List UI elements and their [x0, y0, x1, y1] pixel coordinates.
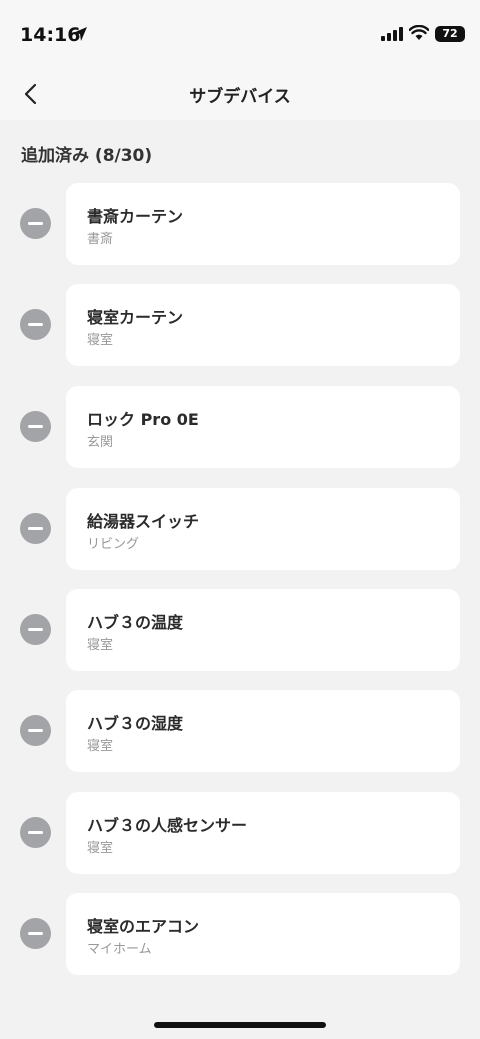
remove-button[interactable] — [20, 918, 51, 949]
page-title: サブデバイス — [189, 87, 291, 107]
remove-button[interactable] — [20, 208, 51, 239]
cellular-signal-icon — [381, 27, 403, 41]
location-arrow-icon — [73, 27, 87, 41]
device-card[interactable]: ハブ３の人感センサー 寝室 — [66, 792, 460, 874]
remove-button[interactable] — [20, 817, 51, 848]
device-room: マイホーム — [87, 942, 152, 957]
status-bar: 14:16 72 — [0, 0, 480, 68]
home-indicator[interactable] — [154, 1022, 326, 1028]
device-row: 寝室のエアコン マイホーム — [0, 893, 480, 975]
device-room: 寝室 — [87, 638, 114, 653]
device-room: 玄関 — [87, 435, 114, 450]
device-name: 寝室のエアコン — [87, 917, 200, 936]
device-room: 書斎 — [87, 232, 114, 247]
device-room: 寝室 — [87, 841, 114, 856]
section-header: 追加済み (8/30) — [21, 146, 153, 166]
device-card[interactable]: ロック Pro 0E 玄関 — [66, 386, 460, 468]
device-row: ハブ３の温度 寝室 — [0, 589, 480, 671]
device-room: 寝室 — [87, 333, 114, 348]
device-row: ハブ３の人感センサー 寝室 — [0, 792, 480, 874]
device-name: ハブ３の湿度 — [87, 714, 184, 733]
wifi-icon — [409, 25, 429, 40]
navigation-bar: サブデバイス — [0, 68, 480, 120]
device-room: リビング — [87, 537, 140, 552]
device-card[interactable]: 寝室のエアコン マイホーム — [66, 893, 460, 975]
device-room: 寝室 — [87, 739, 114, 754]
device-name: ハブ３の人感センサー — [87, 816, 248, 835]
device-row: ロック Pro 0E 玄関 — [0, 386, 480, 468]
device-card[interactable]: ハブ３の温度 寝室 — [66, 589, 460, 671]
device-card[interactable]: ハブ３の湿度 寝室 — [66, 690, 460, 772]
remove-button[interactable] — [20, 309, 51, 340]
device-card[interactable]: 寝室カーテン 寝室 — [66, 284, 460, 366]
device-row: 寝室カーテン 寝室 — [0, 284, 480, 366]
remove-button[interactable] — [20, 411, 51, 442]
device-name: 書斎カーテン — [87, 207, 184, 226]
remove-button[interactable] — [20, 614, 51, 645]
device-row: ハブ３の湿度 寝室 — [0, 690, 480, 772]
remove-button[interactable] — [20, 715, 51, 746]
device-name: 寝室カーテン — [87, 308, 184, 327]
device-name: ロック Pro 0E — [87, 410, 199, 429]
remove-button[interactable] — [20, 513, 51, 544]
device-card[interactable]: 書斎カーテン 書斎 — [66, 183, 460, 265]
device-row: 給湯器スイッチ リビング — [0, 488, 480, 570]
battery-icon: 72 — [435, 26, 465, 42]
device-row: 書斎カーテン 書斎 — [0, 183, 480, 265]
device-name: 給湯器スイッチ — [87, 512, 200, 531]
device-card[interactable]: 給湯器スイッチ リビング — [66, 488, 460, 570]
device-name: ハブ３の温度 — [87, 613, 184, 632]
